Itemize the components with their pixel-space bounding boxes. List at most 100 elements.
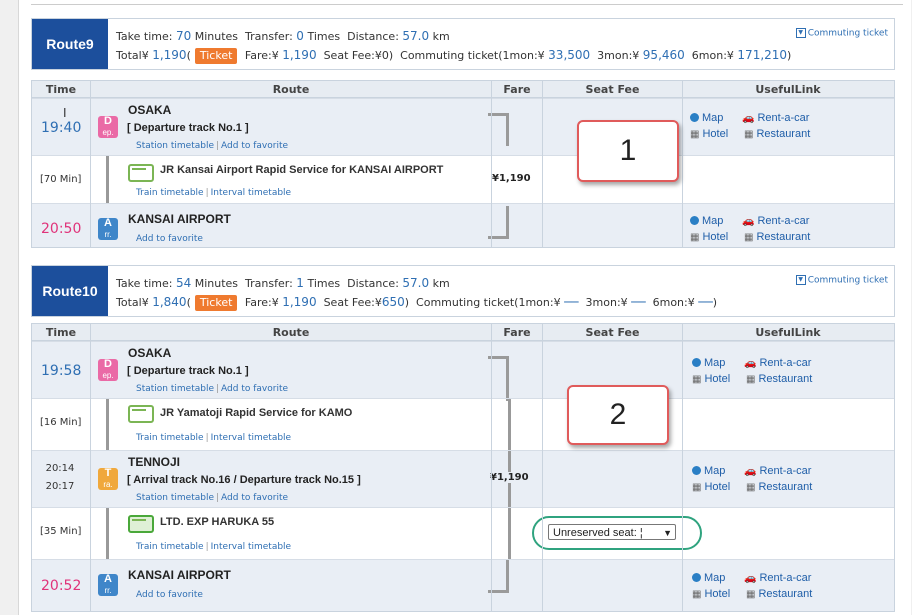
restaurant-link[interactable]: ▦ Restaurant: [746, 588, 812, 600]
train-links: Train timetable | Interval timetable: [136, 433, 292, 443]
col-divider: [542, 81, 543, 247]
rent-a-car-link[interactable]: 🚗 Rent-a-car: [744, 465, 811, 477]
total-label: Total¥: [116, 296, 149, 309]
station-links: Add to favorite: [136, 590, 203, 600]
route-track-line: [106, 508, 109, 559]
header-route: Route: [272, 83, 310, 96]
distance-value: 57.0: [402, 276, 430, 290]
building-icon: ▦: [746, 482, 756, 493]
building-icon: ▦: [692, 589, 702, 600]
total-value: 1,840: [152, 295, 187, 309]
commuting-link-label: Commuting ticket: [807, 28, 888, 39]
seat-type-select[interactable]: Unreserved seat: ¦ ▼: [548, 524, 676, 540]
rent-a-car-link[interactable]: 🚗 Rent-a-car: [744, 572, 811, 584]
train-timetable-link[interactable]: Train timetable: [136, 188, 204, 198]
hotel-link[interactable]: ▦ Hotel: [692, 588, 730, 600]
distance-unit: km: [432, 277, 450, 290]
map-link[interactable]: Map: [692, 465, 725, 477]
add-favorite-link[interactable]: Add to favorite: [136, 590, 203, 600]
station-name[interactable]: KANSAI AIRPORT: [128, 568, 231, 582]
track-info: [ Departure track No.1 ]: [127, 365, 249, 377]
add-favorite-link[interactable]: Add to favorite: [221, 493, 288, 503]
segment-minutes: [70 Min]: [40, 174, 82, 185]
restaurant-link[interactable]: ▦ Restaurant: [746, 373, 812, 385]
paren-close: ): [712, 296, 717, 309]
map-link[interactable]: Map: [692, 572, 725, 584]
commuting-ticket-link[interactable]: ▼ Commuting ticket: [795, 275, 888, 286]
interval-timetable-link[interactable]: Interval timetable: [211, 188, 291, 198]
rent-a-car-link[interactable]: 🚗 Rent-a-car: [744, 357, 811, 369]
col-divider: [682, 81, 683, 247]
top-divider: [31, 4, 903, 5]
arrival-icon: Arr.: [98, 218, 118, 240]
departure-icon: Dep.: [98, 116, 118, 138]
restaurant-link[interactable]: ▦ Restaurant: [746, 481, 812, 493]
station-timetable-link[interactable]: Station timetable: [136, 384, 214, 394]
commuting-3mon: ──: [631, 295, 646, 309]
rent-a-car-link[interactable]: 🚗 Rent-a-car: [742, 112, 809, 124]
route9-summary-line1: Take time: 70 Minutes Transfer: 0 Times …: [116, 29, 450, 43]
hotel-link[interactable]: ▦ Hotel: [690, 128, 728, 140]
take-time-unit: Minutes: [194, 30, 239, 43]
station-name[interactable]: TENNOJI: [128, 455, 180, 469]
header-seat-fee: Seat Fee: [585, 326, 640, 339]
expand-icon: ▼: [795, 28, 806, 38]
train-timetable-link[interactable]: Train timetable: [136, 433, 204, 443]
rent-a-car-link[interactable]: 🚗 Rent-a-car: [742, 215, 809, 227]
station-name[interactable]: OSAKA: [128, 346, 171, 360]
header-time: Time: [45, 326, 77, 339]
restaurant-link[interactable]: ▦ Restaurant: [744, 128, 810, 140]
fare-bracket-line: [508, 508, 511, 559]
add-favorite-link[interactable]: Add to favorite: [221, 384, 288, 394]
commuting-1mon: ──: [564, 295, 579, 309]
map-link[interactable]: Map: [690, 112, 723, 124]
hotel-link[interactable]: ▦ Hotel: [690, 231, 728, 243]
globe-icon: [690, 113, 699, 122]
commuting-6mon-label: 6mon:¥: [691, 49, 734, 62]
station-timetable-link[interactable]: Station timetable: [136, 141, 214, 151]
train-timetable-link[interactable]: Train timetable: [136, 542, 204, 552]
restaurant-link[interactable]: ▦ Restaurant: [744, 231, 810, 243]
seat-fee-label: Seat Fee:¥: [323, 296, 382, 309]
map-link[interactable]: Map: [690, 215, 723, 227]
route10-arrival-row: 20:52 Arr. KANSAI AIRPORT Add to favorit…: [32, 559, 894, 611]
col-divider: [491, 81, 492, 247]
route10-badge: Route10: [32, 266, 108, 316]
route9-departure-row: 19:40 Dep. OSAKA [ Departure track No.1 …: [32, 98, 894, 155]
train-links: Train timetable | Interval timetable: [136, 542, 292, 552]
train-line-name[interactable]: LTD. EXP HARUKA 55: [160, 516, 274, 528]
map-link[interactable]: Map: [692, 357, 725, 369]
train-line-name[interactable]: JR Yamatoji Rapid Service for KAMO: [160, 407, 352, 419]
arrival-time: 20:52: [41, 578, 82, 594]
add-favorite-link[interactable]: Add to favorite: [221, 141, 288, 151]
limited-express-icon: [128, 515, 154, 533]
distance-label: Distance:: [347, 30, 399, 43]
add-favorite-link[interactable]: Add to favorite: [136, 234, 203, 244]
train-line-name[interactable]: JR Kansai Airport Rapid Service for KANS…: [160, 164, 443, 176]
fare-value: 1,190: [282, 48, 317, 62]
seat-select-highlight: Unreserved seat: ¦ ▼: [532, 516, 702, 550]
station-timetable-link[interactable]: Station timetable: [136, 493, 214, 503]
col-divider: [491, 324, 492, 611]
station-name[interactable]: OSAKA: [128, 103, 171, 117]
hotel-link[interactable]: ▦ Hotel: [692, 481, 730, 493]
header-useful-link: UsefulLink: [755, 83, 821, 96]
station-name[interactable]: KANSAI AIRPORT: [128, 212, 231, 226]
station-links: Station timetable | Add to favorite: [136, 493, 289, 503]
route-track-line: [106, 399, 109, 450]
header-seat-fee: Seat Fee: [585, 83, 640, 96]
interval-timetable-link[interactable]: Interval timetable: [211, 542, 291, 552]
seat-fee-label: Seat Fee:¥: [323, 49, 382, 62]
commuting-label: Commuting ticket(1mon:¥: [400, 49, 545, 62]
table-header: Time Route Fare Seat Fee UsefulLink: [32, 81, 894, 98]
track-info: [ Departure track No.1 ]: [127, 122, 249, 134]
interval-timetable-link[interactable]: Interval timetable: [211, 433, 291, 443]
segment-fare: ¥1,190: [492, 173, 531, 184]
building-icon: ▦: [744, 232, 754, 243]
hotel-link[interactable]: ▦ Hotel: [692, 373, 730, 385]
take-time-label: Take time:: [116, 277, 173, 290]
commuting-6mon-label: 6mon:¥: [652, 296, 695, 309]
commuting-ticket-link[interactable]: ▼ Commuting ticket: [795, 28, 888, 39]
commuting-3mon-label: 3mon:¥: [585, 296, 628, 309]
col-divider: [542, 324, 543, 611]
